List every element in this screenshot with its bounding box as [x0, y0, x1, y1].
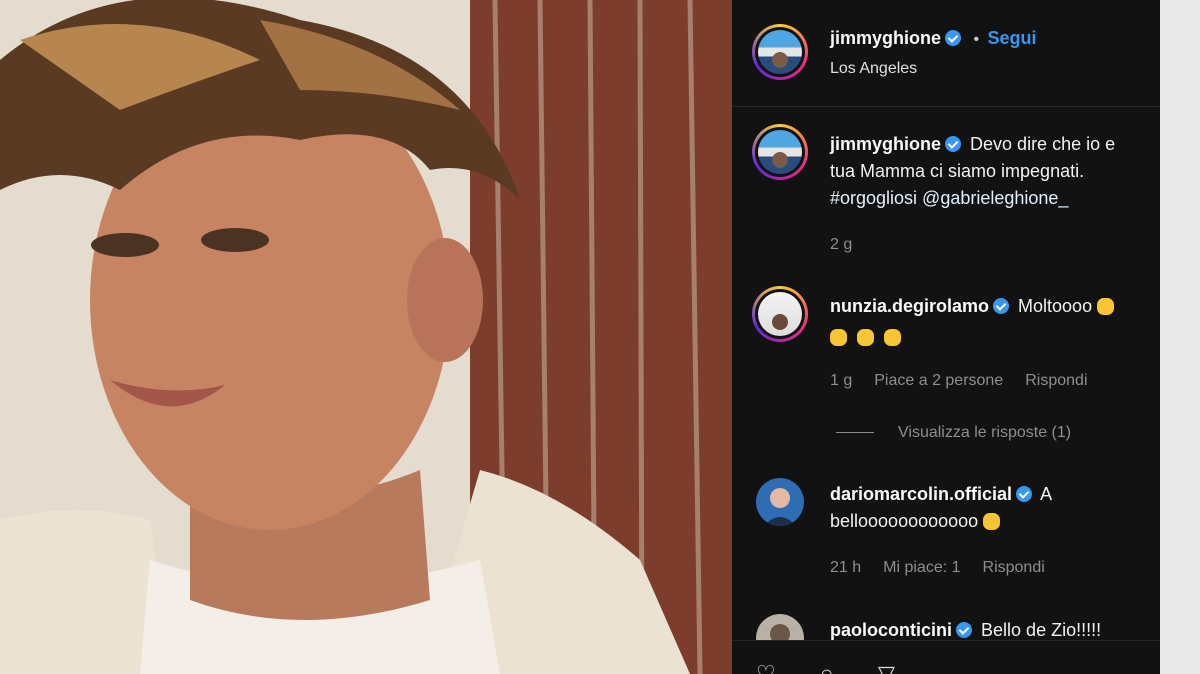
heart-icon[interactable]: ♡ — [756, 663, 776, 674]
comment-body-2: belloooooooooooo — [830, 511, 979, 531]
reply-button[interactable]: Rispondi — [983, 559, 1045, 576]
comments-panel: jimmyghione • Segui Los Angeles jimmyghi… — [732, 0, 1160, 674]
comment-timestamp: 21 h — [830, 559, 862, 576]
separator-dot: • — [973, 31, 980, 48]
commenter-avatar[interactable] — [756, 614, 804, 640]
view-replies[interactable]: Visualizza le risposte (1) — [836, 424, 1093, 442]
flexed-biceps-emoji — [983, 513, 1001, 530]
post-photo[interactable] — [0, 0, 732, 674]
comment-icon[interactable]: ○ — [820, 663, 833, 674]
caption-line-2: tua Mamma ci siamo impegnati. — [830, 161, 1085, 181]
commenter-username[interactable]: dariomarcolin.official — [830, 484, 1012, 504]
caption-line-1: Devo dire che io e — [970, 134, 1116, 154]
caption-username[interactable]: jimmyghione — [830, 134, 941, 154]
follow-button[interactable]: Segui — [988, 28, 1037, 48]
clapping-hands-emoji — [884, 329, 901, 346]
post-location[interactable]: Los Angeles — [830, 60, 917, 78]
commenter-username[interactable]: nunzia.degirolamo — [830, 296, 989, 316]
verified-badge-icon — [1016, 486, 1033, 502]
clapping-hands-emoji — [1097, 298, 1115, 315]
verified-badge-icon — [956, 622, 973, 638]
verified-badge-icon — [993, 298, 1010, 314]
comment-text: nunzia.degirolamo Moltoooo — [830, 293, 1150, 351]
clapping-hands-emoji — [830, 329, 847, 346]
comment-timestamp: 1 g — [830, 372, 853, 389]
comment-body: Bello de Zio!!!!! — [981, 620, 1102, 640]
author-username[interactable]: jimmyghione — [830, 28, 941, 48]
post-header: jimmyghione • Segui Los Angeles — [732, 0, 1160, 107]
commenter-username[interactable]: paoloconticini — [830, 620, 952, 640]
comment-meta: 1 g Piace a 2 persone Rispondi — [830, 372, 1110, 390]
comments-list[interactable]: jimmyghione Devo dire che io e tua Mamma… — [732, 106, 1160, 640]
author-avatar[interactable] — [752, 24, 808, 80]
verified-badge-icon — [945, 136, 962, 152]
caption-timestamp: 2 g — [830, 236, 853, 253]
comment-likes[interactable]: Mi piace: 1 — [883, 559, 960, 576]
portrait-image — [0, 0, 732, 674]
commenter-avatar[interactable] — [752, 286, 808, 342]
comment-body-1: A — [1040, 484, 1053, 504]
commenter-avatar[interactable] — [756, 478, 804, 526]
caption-avatar[interactable] — [752, 124, 808, 180]
comment-likes[interactable]: Piace a 2 persone — [874, 372, 1003, 389]
verified-badge-icon — [945, 30, 962, 46]
share-icon[interactable]: ▽ — [878, 663, 895, 674]
action-bar: ♡ ○ ▽ — [732, 640, 1160, 674]
view-replies-label[interactable]: Visualizza le risposte (1) — [898, 424, 1071, 441]
caption-text: jimmyghione Devo dire che io e tua Mamma… — [830, 131, 1150, 212]
clapping-hands-emoji — [857, 329, 874, 346]
reply-button[interactable]: Rispondi — [1025, 372, 1087, 389]
page-gutter — [1160, 0, 1200, 674]
comment-body: Moltoooo — [1018, 296, 1093, 316]
comment-meta: 21 h Mi piace: 1 Rispondi — [830, 559, 1067, 577]
divider-line — [836, 432, 874, 434]
caption-hashtags[interactable]: #orgogliosi @gabrieleghione_ — [830, 185, 1150, 212]
comment-text: paoloconticini Bello de Zio!!!!! — [830, 617, 1150, 640]
comment-text: dariomarcolin.official A bellooooooooooo… — [830, 481, 1150, 535]
